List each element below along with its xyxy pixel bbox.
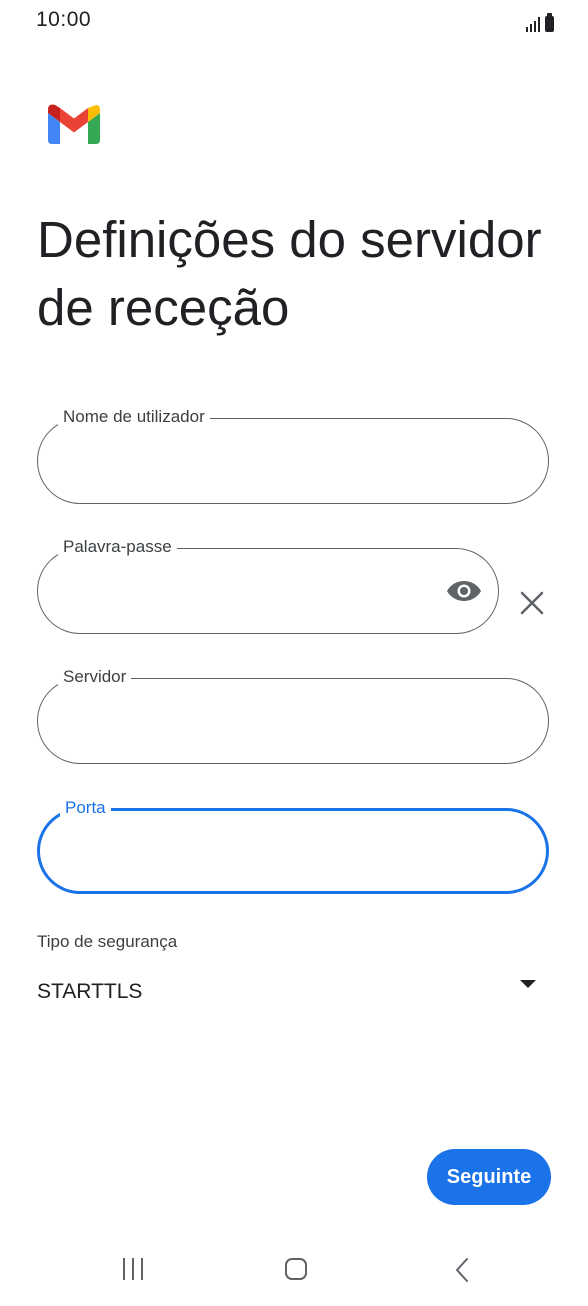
page-title: Definições do servidor de receção: [37, 211, 542, 336]
port-field[interactable]: Porta: [37, 797, 549, 894]
password-input[interactable]: [60, 571, 428, 613]
status-icons: [526, 12, 554, 32]
server-input[interactable]: [60, 701, 526, 743]
next-button[interactable]: Seguinte: [427, 1149, 551, 1205]
battery-icon: [545, 13, 554, 32]
signal-icon: [526, 16, 540, 32]
status-bar: 10:00: [0, 0, 588, 44]
gmail-logo-icon: [48, 104, 100, 144]
server-field[interactable]: Servidor: [37, 666, 549, 764]
security-type-label: Tipo de segurança: [37, 932, 178, 951]
username-field[interactable]: Nome de utilizador: [37, 406, 549, 504]
port-label: Porta: [60, 797, 111, 819]
username-input[interactable]: [60, 441, 526, 483]
status-time: 10:00: [36, 8, 92, 31]
security-type-value: STARTTLS: [37, 980, 143, 1003]
back-icon[interactable]: [450, 1256, 474, 1284]
dropdown-arrow-icon[interactable]: [520, 980, 536, 988]
eye-icon[interactable]: [446, 579, 482, 603]
close-icon[interactable]: [519, 590, 545, 616]
password-field[interactable]: Palavra-passe: [37, 536, 499, 634]
navigation-bar: [0, 1240, 588, 1306]
username-label: Nome de utilizador: [58, 406, 210, 428]
security-type-select[interactable]: STARTTLS: [37, 972, 547, 1016]
port-input[interactable]: [62, 833, 524, 875]
recent-apps-icon[interactable]: [120, 1258, 146, 1284]
password-label: Palavra-passe: [58, 536, 177, 558]
home-icon[interactable]: [285, 1258, 307, 1280]
server-label: Servidor: [58, 666, 132, 688]
